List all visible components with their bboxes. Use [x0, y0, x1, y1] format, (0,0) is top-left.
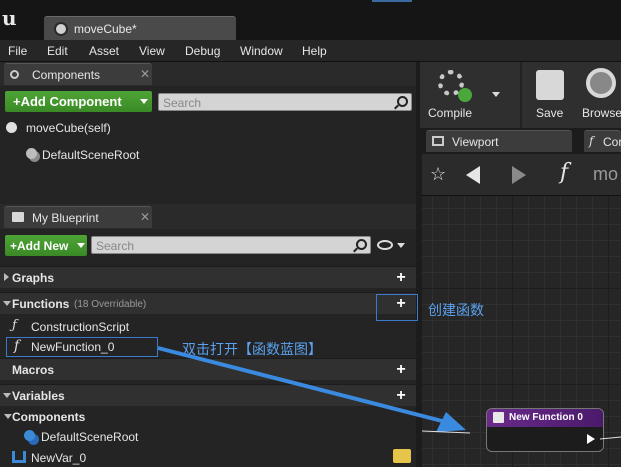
annotation-arrow-line [157, 346, 447, 424]
exec-wire [599, 436, 621, 440]
annotation-arrow-layer [157, 346, 621, 440]
